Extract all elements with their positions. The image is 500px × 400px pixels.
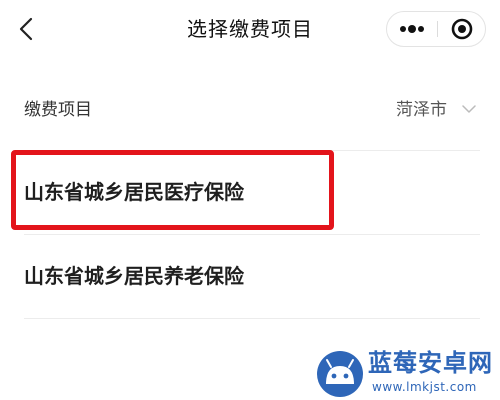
more-dots-icon — [400, 25, 424, 33]
close-mini-program-button[interactable] — [438, 12, 486, 46]
payment-item-selection-page: 选择缴费项目 缴费项目 菏泽市 山东省城乡居民医疗保险 山东省城乡居民养老保险 … — [0, 0, 500, 400]
list-item-pension-insurance[interactable]: 山东省城乡居民养老保险 — [0, 234, 500, 318]
list-item-medical-insurance[interactable]: 山东省城乡居民医疗保险 — [0, 150, 500, 234]
android-robot-logo-icon — [317, 351, 363, 397]
chevron-down-icon — [462, 105, 476, 113]
watermark-title: 蓝莓安卓网 — [368, 349, 493, 377]
list-item-label: 山东省城乡居民养老保险 — [24, 264, 244, 288]
section-header: 缴费项目 菏泽市 — [0, 88, 500, 132]
mini-program-capsule — [386, 11, 486, 47]
divider — [24, 318, 480, 319]
city-selector[interactable]: 菏泽市 — [392, 96, 484, 124]
target-circle-icon — [451, 18, 473, 40]
list-item-label: 山东省城乡居民医疗保险 — [24, 180, 244, 204]
watermark-url: www.lmkjst.com — [372, 380, 477, 394]
section-label: 缴费项目 — [24, 100, 92, 120]
more-button[interactable] — [387, 12, 437, 46]
city-value: 菏泽市 — [396, 100, 447, 120]
watermark: 蓝莓安卓网 www.lmkjst.com — [312, 346, 500, 400]
nav-bar: 选择缴费项目 — [0, 0, 500, 58]
